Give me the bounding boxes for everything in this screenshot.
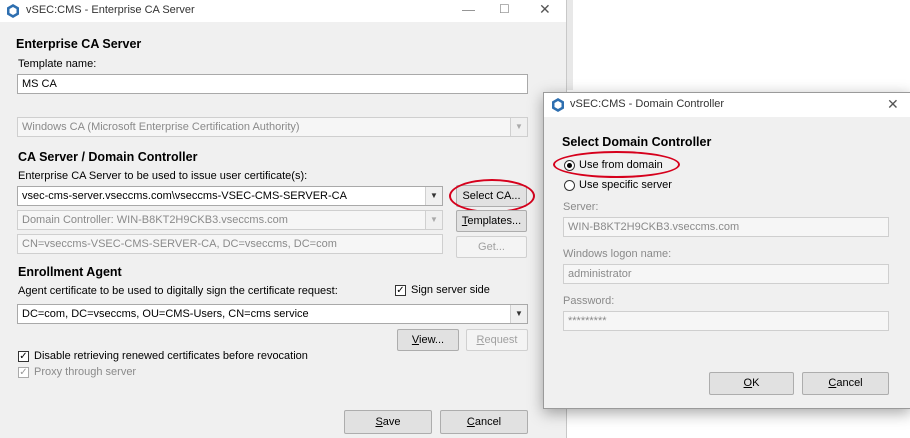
ca-server-label: Enterprise CA Server to be used to issue… <box>18 170 308 182</box>
ca-type-select: Windows CA (Microsoft Enterprise Certifi… <box>17 117 528 137</box>
password-field: ********* <box>563 311 889 331</box>
cancel-button[interactable]: Cancel <box>440 410 528 434</box>
sign-server-side-checkbox[interactable]: ✓ <box>395 285 406 296</box>
view-button[interactable]: View... <box>397 329 459 351</box>
logon-label: Windows logon name: <box>563 248 672 260</box>
chevron-down-icon[interactable]: ▼ <box>510 305 527 323</box>
chevron-down-icon: ▼ <box>510 118 527 136</box>
agent-cert-label: Agent certificate to be used to digitall… <box>18 285 338 297</box>
main-titlebar[interactable]: vSEC:CMS - Enterprise CA Server — ☐ ✕ <box>0 0 566 22</box>
server-label: Server: <box>563 201 599 213</box>
main-window-title: vSEC:CMS - Enterprise CA Server <box>26 4 195 16</box>
use-specific-server-label[interactable]: Use specific server <box>579 179 672 191</box>
ca-type-value: Windows CA (Microsoft Enterprise Certifi… <box>22 121 300 133</box>
password-label: Password: <box>563 295 615 307</box>
proxy-checkbox: ✓ <box>18 367 29 378</box>
desktop-strip <box>567 0 573 90</box>
vsec-app-icon <box>552 98 564 112</box>
ca-dn-field: CN=vseccms-VSEC-CMS-SERVER-CA, DC=vseccm… <box>17 234 443 254</box>
enterprise-ca-window: vSEC:CMS - Enterprise CA Server — ☐ ✕ En… <box>0 0 567 438</box>
domain-controller-dialog: vSEC:CMS - Domain Controller ✕ Select Do… <box>543 92 910 409</box>
domain-controller-select: Domain Controller: WIN-B8KT2H9CKB3.vsecc… <box>17 210 443 230</box>
save-button[interactable]: Save <box>344 410 432 434</box>
dialog-titlebar[interactable]: vSEC:CMS - Domain Controller ✕ <box>544 93 910 117</box>
server-field: WIN-B8KT2H9CKB3.vseccms.com <box>563 217 889 237</box>
sign-server-side-label: Sign server side <box>411 284 490 296</box>
agent-cert-value: DC=com, DC=vseccms, OU=CMS-Users, CN=cms… <box>22 308 309 320</box>
close-icon[interactable]: ✕ <box>539 1 551 18</box>
request-button: Request <box>466 329 528 351</box>
dialog-cancel-button[interactable]: Cancel <box>802 372 889 395</box>
template-name-label: Template name: <box>18 58 97 70</box>
agent-cert-select[interactable]: DC=com, DC=vseccms, OU=CMS-Users, CN=cms… <box>17 304 528 324</box>
use-specific-server-radio[interactable] <box>564 180 575 191</box>
vsec-app-icon <box>7 4 19 18</box>
ca-server-select[interactable]: vsec-cms-server.vseccms.com\vseccms-VSEC… <box>17 186 443 206</box>
ca-section-heading: CA Server / Domain Controller <box>18 150 198 164</box>
chevron-down-icon[interactable]: ▼ <box>425 187 442 205</box>
template-name-input[interactable]: MS CA <box>17 74 528 94</box>
chevron-down-icon: ▼ <box>425 211 442 229</box>
highlight-circle-use-from-domain <box>553 151 680 178</box>
disable-retrieving-checkbox[interactable]: ✓ <box>18 351 29 362</box>
highlight-circle-select-ca <box>449 179 535 213</box>
disable-retrieving-label: Disable retrieving renewed certificates … <box>34 350 308 362</box>
dialog-heading: Select Domain Controller <box>562 135 712 149</box>
maximize-icon[interactable]: ☐ <box>499 2 510 16</box>
logon-field: administrator <box>563 264 889 284</box>
ok-button[interactable]: OK <box>709 372 794 395</box>
templates-button[interactable]: Templates... <box>456 210 527 232</box>
domain-controller-value: Domain Controller: WIN-B8KT2H9CKB3.vsecc… <box>22 214 288 226</box>
dialog-title: vSEC:CMS - Domain Controller <box>570 98 725 110</box>
minimize-icon[interactable]: — <box>462 2 475 17</box>
page-heading: Enterprise CA Server <box>16 37 142 51</box>
get-button: Get... <box>456 236 527 258</box>
ca-server-value: vsec-cms-server.vseccms.com\vseccms-VSEC… <box>22 190 347 202</box>
enrollment-heading: Enrollment Agent <box>18 265 122 279</box>
close-icon[interactable]: ✕ <box>887 96 899 113</box>
proxy-label: Proxy through server <box>34 366 137 378</box>
